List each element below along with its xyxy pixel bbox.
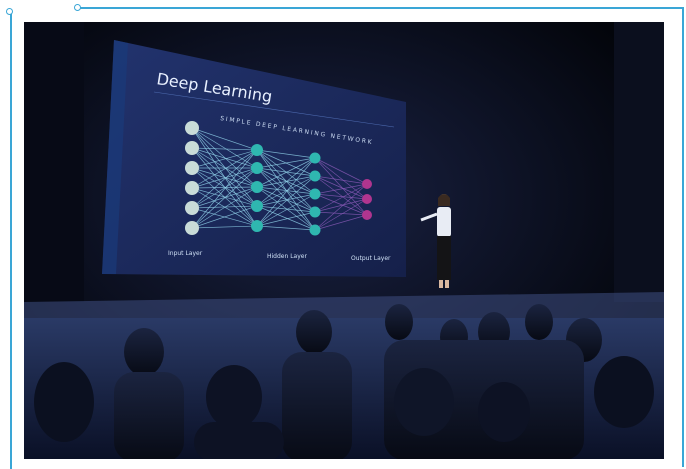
input-layer-label: Input Layer: [168, 250, 203, 257]
hidden-layer-label: Hidden Layer: [267, 253, 307, 260]
hidden-node: [309, 152, 321, 164]
input-node: [185, 121, 199, 135]
hidden-node: [251, 144, 263, 156]
curtain-right: [614, 22, 664, 302]
input-node: [185, 201, 199, 215]
hidden-node: [251, 220, 263, 232]
photo-scene: Deep Learning SIMPLE DEEP LEARNING NETWO…: [24, 22, 664, 459]
output-layer-label: Output Layer: [351, 255, 391, 262]
hidden-node: [309, 224, 321, 236]
input-node: [185, 221, 199, 235]
frame-top-line: [78, 7, 683, 9]
frame-left-node: [6, 8, 13, 15]
hidden-node: [251, 200, 263, 212]
hidden-node: [251, 181, 263, 193]
output-node: [362, 179, 372, 189]
input-node: [185, 141, 199, 155]
input-node: [185, 161, 199, 175]
conference-photo: Deep Learning SIMPLE DEEP LEARNING NETWO…: [24, 22, 664, 459]
frame-left-line: [10, 12, 12, 469]
curtain-left: [24, 22, 84, 302]
hidden-node: [309, 170, 321, 182]
hidden-node: [309, 188, 321, 200]
frame-right-line: [682, 7, 684, 467]
frame-top-node: [74, 4, 81, 11]
input-node: [185, 181, 199, 195]
hidden-node: [309, 206, 321, 218]
output-node: [362, 194, 372, 204]
output-node: [362, 210, 372, 220]
hidden-node: [251, 162, 263, 174]
